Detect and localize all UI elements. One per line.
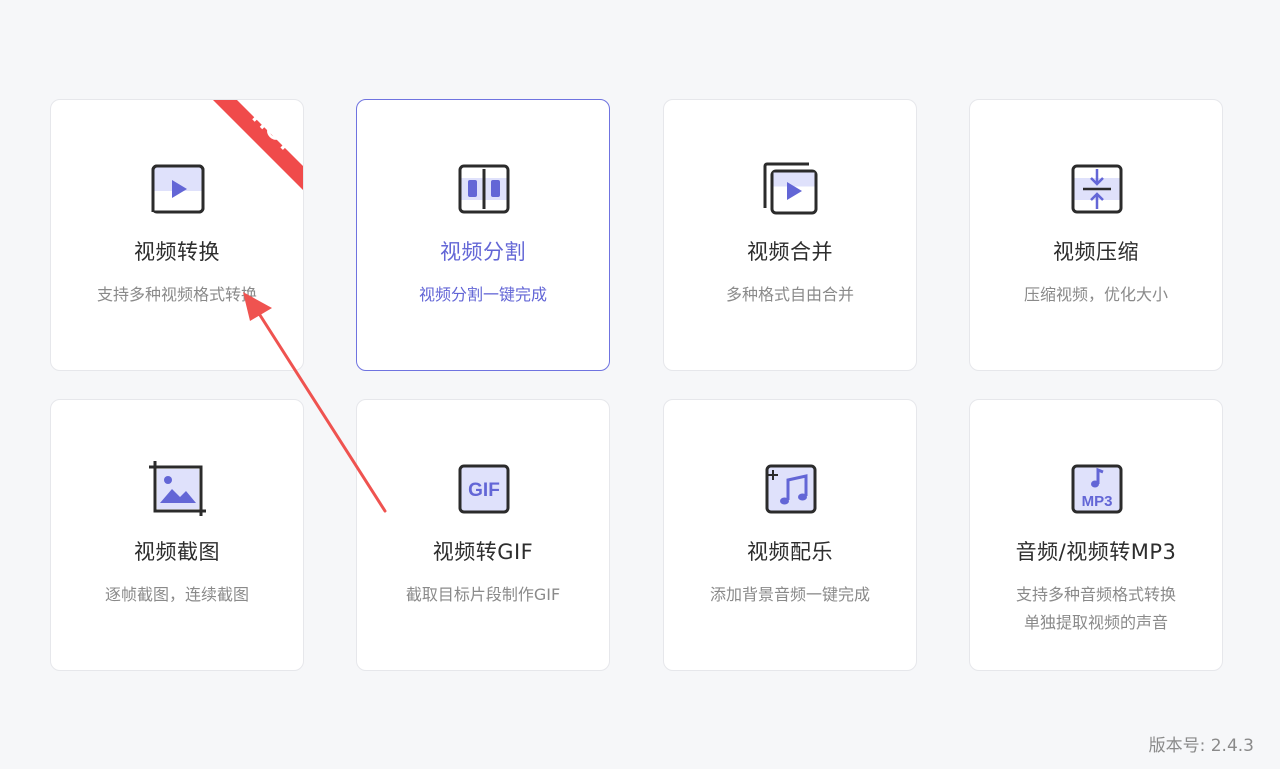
card-title: 视频分割 <box>440 240 526 264</box>
card-description: 多种格式自由合并 <box>725 285 854 304</box>
card-video-screenshot[interactable]: 视频截图 逐帧截图，连续截图 <box>50 399 304 671</box>
card-title: 视频压缩 <box>1053 240 1139 264</box>
card-title: 视频转换 <box>134 240 220 264</box>
hot-badge: HOT <box>213 100 303 190</box>
card-video-to-gif[interactable]: GIF 视频转GIF 截取目标片段制作GIF <box>356 399 610 671</box>
svg-text:GIF: GIF <box>468 480 500 501</box>
card-video-compress[interactable]: 视频压缩 压缩视频，优化大小 <box>969 99 1223 371</box>
card-description: 支持多种视频格式转换 <box>96 285 257 304</box>
screenshot-icon <box>149 461 206 516</box>
mp3-icon: MP3 <box>1071 464 1123 514</box>
card-video-split[interactable]: 视频分割 视频分割一键完成 <box>356 99 610 371</box>
card-description: 截取目标片段制作GIF <box>405 585 561 604</box>
card-description: 视频分割一键完成 <box>418 285 547 304</box>
card-video-convert[interactable]: 视频转换 支持多种视频格式转换 HOT <box>50 99 304 371</box>
video-compress-icon <box>1071 164 1123 214</box>
card-video-music[interactable]: 视频配乐 添加背景音频一键完成 <box>663 399 917 671</box>
card-description: 压缩视频，优化大小 <box>1023 285 1168 304</box>
video-convert-icon <box>151 164 205 214</box>
card-title: 视频合并 <box>747 240 833 264</box>
card-to-mp3[interactable]: MP3 音频/视频转MP3 支持多种音频格式转换 单独提取视频的声音 <box>969 399 1223 671</box>
svg-text:MP3: MP3 <box>1082 493 1113 510</box>
card-description-line-2: 单独提取视频的声音 <box>1023 613 1168 632</box>
card-title: 视频截图 <box>134 540 220 564</box>
card-description: 支持多种音频格式转换 单独提取视频的声音 <box>970 581 1222 637</box>
card-video-merge[interactable]: 视频合并 多种格式自由合并 <box>663 99 917 371</box>
video-split-icon <box>458 164 510 214</box>
card-description: 添加背景音频一键完成 <box>709 585 870 604</box>
video-merge-icon <box>763 162 818 215</box>
card-title: 视频转GIF <box>432 540 534 564</box>
add-music-icon <box>765 464 817 514</box>
card-title: 音频/视频转MP3 <box>1015 540 1177 564</box>
gif-icon: GIF <box>458 464 510 514</box>
version-label: 版本号: 2.4.3 <box>1148 736 1254 756</box>
card-description-line-1: 支持多种音频格式转换 <box>1015 585 1176 604</box>
card-description: 逐帧截图，连续截图 <box>104 585 249 604</box>
card-title: 视频配乐 <box>747 540 833 564</box>
